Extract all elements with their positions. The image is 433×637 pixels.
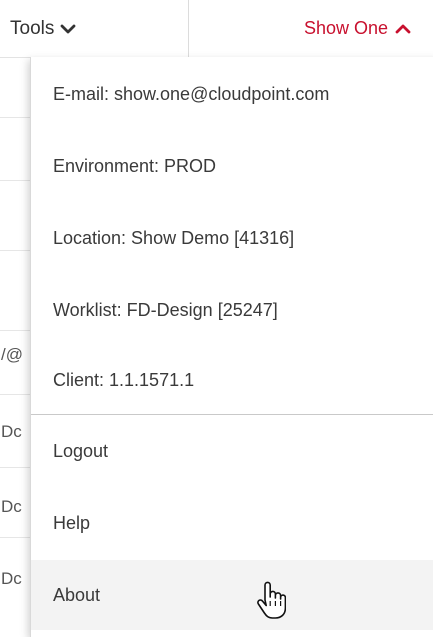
location-info: Location: Show Demo [41316] — [53, 228, 295, 248]
row-divider — [0, 394, 30, 395]
topbar-divider — [188, 0, 189, 57]
background-cell: Dc — [1, 497, 22, 516]
row-divider — [0, 180, 30, 181]
row-divider — [0, 250, 30, 251]
logout-label: Logout — [53, 440, 109, 461]
row-divider — [0, 330, 30, 331]
row-divider — [0, 537, 30, 538]
client-version-info: Client: 1.1.1571.1 — [53, 370, 195, 390]
row-divider — [0, 117, 30, 118]
row-divider — [0, 467, 30, 468]
background-cell: Dc — [1, 569, 22, 588]
background-cell: /@ — [1, 345, 23, 364]
logout-menu-item[interactable]: Logout — [31, 416, 433, 486]
user-menu-button[interactable]: Show One — [304, 0, 411, 57]
about-menu-item[interactable]: About — [31, 560, 433, 630]
tools-menu-label: Tools — [10, 17, 55, 39]
user-menu-label: Show One — [303, 18, 388, 38]
environment-info: Environment: PROD — [53, 156, 217, 176]
chevron-down-icon — [60, 23, 76, 35]
tools-menu-button[interactable]: Tools — [10, 0, 76, 57]
help-menu-item[interactable]: Help — [31, 488, 433, 558]
background-cell: Dc — [1, 422, 22, 441]
worklist-info: Worklist: FD-Design [25247] — [53, 300, 278, 320]
chevron-up-icon — [395, 23, 411, 35]
menu-separator — [31, 414, 433, 415]
app-page: Tools Show One /@ Dc Dc Dc E-mail: show.… — [0, 0, 433, 637]
hand-pointer-cursor-icon — [256, 580, 287, 620]
help-label: Help — [53, 512, 91, 533]
user-email-info: E-mail: show.one@cloudpoint.com — [53, 84, 330, 104]
about-label: About — [53, 584, 101, 605]
top-navigation-bar: Tools Show One — [0, 0, 433, 58]
user-dropdown-menu: E-mail: show.one@cloudpoint.com Environm… — [30, 57, 433, 637]
background-table-edge: /@ Dc Dc Dc — [0, 57, 30, 630]
